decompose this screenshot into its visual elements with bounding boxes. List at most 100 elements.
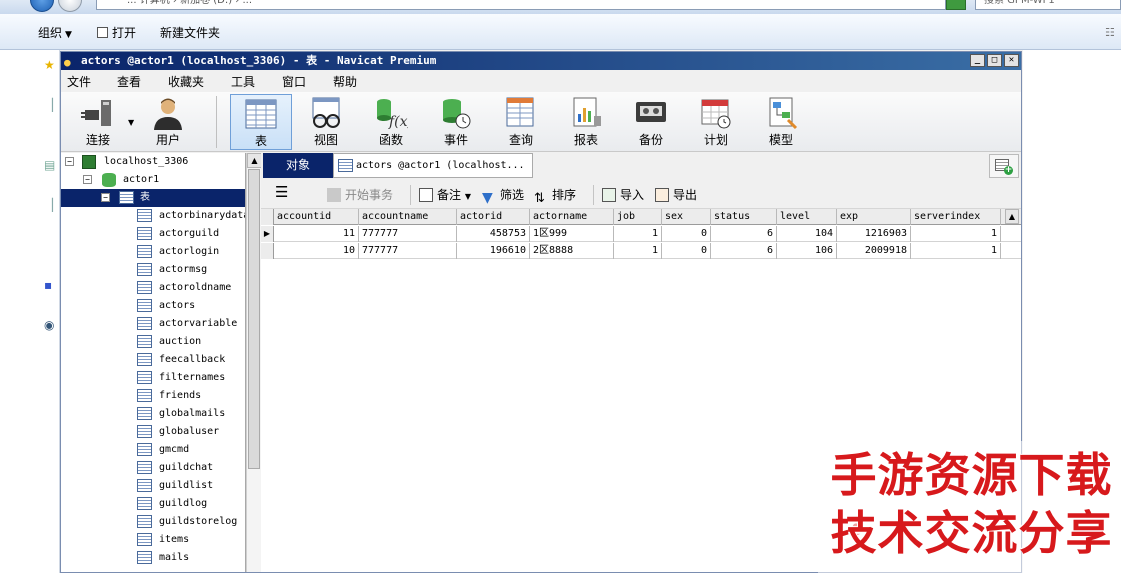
menu-file[interactable]: 文件 xyxy=(67,73,91,90)
tree-item-table[interactable]: actoroldname xyxy=(61,279,245,297)
toolbar-table-button[interactable]: 表 xyxy=(230,94,292,150)
grid-cell[interactable]: 11 xyxy=(274,226,359,242)
menu-help[interactable]: 帮助 xyxy=(333,73,357,90)
search-input[interactable]: 搜索 GPM-WF1 xyxy=(975,0,1121,10)
menu-favorites[interactable]: 收藏夹 xyxy=(168,73,204,90)
maximize-button[interactable]: □ xyxy=(987,54,1002,67)
collapse-icon[interactable]: − xyxy=(83,175,92,184)
open-button[interactable]: 打开 xyxy=(97,24,136,41)
grid-cell[interactable]: 104 xyxy=(777,226,837,242)
organize-menu[interactable]: 组织 ▼ xyxy=(38,24,72,41)
toolbar-function-button[interactable]: f(x) 函数 xyxy=(360,94,422,150)
tree-item-table[interactable]: guildstorelog xyxy=(61,513,245,531)
scroll-up-icon[interactable]: ▲ xyxy=(247,153,262,168)
grid-cell[interactable]: 458753 xyxy=(457,226,530,242)
column-header[interactable]: serverindex xyxy=(911,209,1001,225)
tree-item-table[interactable]: actors xyxy=(61,297,245,315)
menu-view[interactable]: 查看 xyxy=(117,73,141,90)
tree-item-table[interactable]: actorlogin xyxy=(61,243,245,261)
grid-cell[interactable]: 1216903 xyxy=(837,226,911,242)
tree-item-table[interactable]: guildlog xyxy=(61,495,245,513)
toolbar-report-button[interactable]: 报表 xyxy=(555,94,617,150)
toolbar-user-button[interactable]: 用户 xyxy=(137,94,199,150)
grid-cell[interactable]: 196610 xyxy=(457,243,530,259)
sort-button[interactable]: ⇅ 排序 xyxy=(534,186,576,206)
grid-cell[interactable]: 2区8888 xyxy=(530,243,614,259)
tree-item-tables-folder[interactable]: − 表 xyxy=(61,189,245,207)
toolbar-backup-button[interactable]: 备份 xyxy=(620,94,682,150)
new-folder-button[interactable]: 新建文件夹 xyxy=(160,24,220,41)
toolbar-model-button[interactable]: 模型 xyxy=(750,94,812,150)
column-header[interactable]: status xyxy=(711,209,777,225)
grid-cell[interactable]: 1 xyxy=(614,226,662,242)
grid-scroll-up-icon[interactable]: ▲ xyxy=(1005,209,1019,224)
toolbar-query-button[interactable]: 查询 xyxy=(490,94,552,150)
close-button[interactable]: ✕ xyxy=(1004,54,1019,67)
tree-item-table[interactable]: actorvariable xyxy=(61,315,245,333)
menu-window[interactable]: 窗口 xyxy=(282,73,306,90)
grid-cell[interactable]: 1区999 xyxy=(530,226,614,242)
new-table-button[interactable]: + xyxy=(989,154,1019,178)
hamburger-menu-icon[interactable]: ☰ xyxy=(275,183,288,201)
grid-cell[interactable]: 106 xyxy=(777,243,837,259)
column-header[interactable]: exp xyxy=(837,209,911,225)
grid-cell[interactable]: 10 xyxy=(274,243,359,259)
tree-item-table[interactable]: filternames xyxy=(61,369,245,387)
tree-item-table[interactable]: globalmails xyxy=(61,405,245,423)
import-button[interactable]: 导入 xyxy=(602,186,644,203)
connect-dropdown-icon[interactable]: ▼ xyxy=(128,118,134,127)
tab-actors-table[interactable]: actors @actor1 (localhost... xyxy=(333,153,533,178)
grid-cell[interactable]: 6 xyxy=(711,243,777,259)
tree-item-table[interactable]: guildchat xyxy=(61,459,245,477)
tree-item-table[interactable]: items xyxy=(61,531,245,549)
collapse-icon[interactable]: − xyxy=(101,193,110,202)
tree-item-table[interactable]: guildlist xyxy=(61,477,245,495)
column-header[interactable]: level xyxy=(777,209,837,225)
grid-cell[interactable]: 1 xyxy=(911,243,1001,259)
grid-cell[interactable]: 1 xyxy=(614,243,662,259)
grid-cell[interactable]: 2009918 xyxy=(837,243,911,259)
tree-item-table[interactable]: actorbinarydata xyxy=(61,207,245,225)
tree-item-table[interactable]: actormsg xyxy=(61,261,245,279)
toolbar-view-button[interactable]: 视图 xyxy=(295,94,357,150)
tab-objects[interactable]: 对象 xyxy=(263,153,333,178)
toolbar-connect-button[interactable]: 连接 xyxy=(67,94,129,150)
grid-cell[interactable]: 0 xyxy=(662,226,711,242)
address-bar[interactable]: ... 计算机 › 新加卷 (D:) › ... xyxy=(96,0,946,10)
current-row-indicator-icon[interactable]: ▶ xyxy=(261,226,274,242)
forward-button[interactable] xyxy=(58,0,82,12)
column-header[interactable]: actorname xyxy=(530,209,614,225)
grid-cell[interactable]: 1 xyxy=(911,226,1001,242)
grid-cell[interactable]: 0 xyxy=(662,243,711,259)
minimize-button[interactable]: _ xyxy=(970,54,985,67)
begin-transaction-button[interactable]: 开始事务 xyxy=(327,186,393,203)
toolbar-schedule-button[interactable]: 计划 xyxy=(685,94,747,150)
grid-cell[interactable]: 6 xyxy=(711,226,777,242)
tree-item-table[interactable]: friends xyxy=(61,387,245,405)
scroll-thumb[interactable] xyxy=(248,169,260,469)
table-row[interactable]: ▶ 11 777777 458753 1区999 1 0 6 104 1216903 1 xyxy=(261,226,1021,242)
filter-button[interactable]: ▼ 筛选 xyxy=(482,186,524,206)
tree-item-connection[interactable]: − localhost_3306 xyxy=(61,153,245,171)
refresh-button[interactable] xyxy=(946,0,966,10)
grid-cell[interactable]: 777777 xyxy=(359,243,457,259)
computer-icon[interactable]: ▪ xyxy=(44,278,52,292)
view-options-icon[interactable]: ☷ xyxy=(1105,26,1119,39)
row-indicator[interactable] xyxy=(261,243,274,259)
tree-item-table[interactable]: actorguild xyxy=(61,225,245,243)
tree-item-table[interactable]: globaluser xyxy=(61,423,245,441)
menu-tools[interactable]: 工具 xyxy=(231,73,255,90)
column-header[interactable]: sex xyxy=(662,209,711,225)
tree-item-database[interactable]: − actor1 xyxy=(61,171,245,189)
column-header[interactable]: accountid xyxy=(274,209,359,225)
network-icon[interactable]: ◉ xyxy=(44,318,54,332)
collapse-icon[interactable]: − xyxy=(65,157,74,166)
table-row[interactable]: 10 777777 196610 2区8888 1 0 6 106 2009918 1 xyxy=(261,243,1021,259)
tree-item-table[interactable]: mails xyxy=(61,549,245,567)
favorites-star-icon[interactable]: ★ xyxy=(44,58,55,72)
tree-scrollbar[interactable]: ▲ xyxy=(246,153,262,572)
column-header[interactable]: accountname xyxy=(359,209,457,225)
export-button[interactable]: 导出 xyxy=(655,186,697,203)
tree-item-table[interactable]: gmcmd xyxy=(61,441,245,459)
back-button[interactable] xyxy=(30,0,54,12)
